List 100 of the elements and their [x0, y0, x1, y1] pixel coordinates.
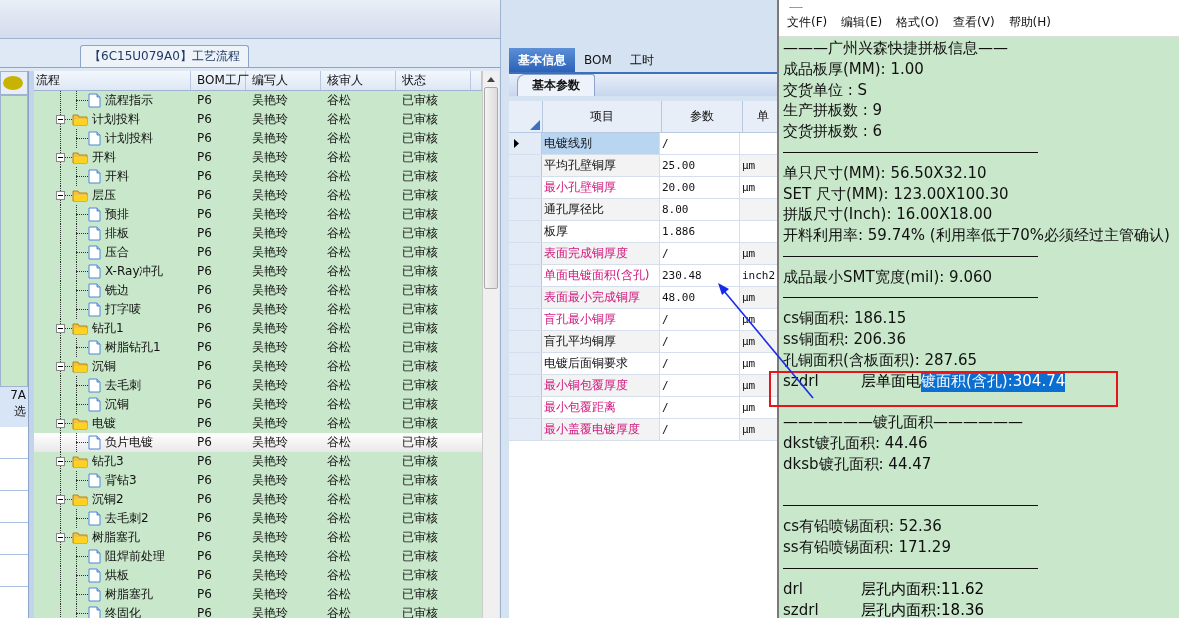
table-cell[interactable]: / — [660, 309, 740, 330]
table-cell-text: 吴艳玲 — [251, 358, 289, 375]
tree-item-label[interactable]: 树脂钻孔1 — [105, 339, 161, 356]
table-cell[interactable]: / — [660, 353, 740, 374]
text-line: 交货拼板数 : 6 — [783, 121, 884, 142]
tree-item-label[interactable]: 沉铜 — [92, 358, 116, 375]
tree-item-label[interactable]: 计划投料 — [92, 111, 140, 128]
collapse-icon[interactable] — [56, 457, 65, 466]
collapse-icon[interactable] — [56, 419, 65, 428]
tab[interactable]: BOM — [575, 48, 621, 72]
window-tab[interactable]: 【6C15U079A0】工艺流程 — [80, 45, 249, 67]
table-cell[interactable]: / — [660, 331, 740, 352]
table-cell-text: P6 — [196, 510, 213, 527]
scrollbar[interactable] — [482, 71, 499, 618]
collapse-icon[interactable] — [56, 115, 65, 124]
table-cell-text: 吴艳玲 — [251, 263, 289, 280]
collapse-icon[interactable] — [56, 362, 65, 371]
table-cell-text: 谷松 — [326, 301, 352, 318]
tree-item-label[interactable]: 计划投料 — [105, 130, 153, 147]
table-cell[interactable]: 25.00 — [660, 155, 740, 176]
row-header[interactable] — [509, 133, 542, 154]
tree-item-label[interactable]: X-Ray冲孔 — [105, 263, 164, 280]
tree-item-label[interactable]: 层压 — [92, 187, 116, 204]
tree-item-label[interactable]: 压合 — [105, 244, 129, 261]
tree-item-label[interactable]: 去毛刺 — [105, 377, 141, 394]
table-cell[interactable]: 20.00 — [660, 177, 740, 198]
tree-item-label[interactable]: 开料 — [105, 168, 129, 185]
table-cell: 电镀线别 — [542, 133, 660, 154]
table-cell[interactable]: 8.00 — [660, 199, 740, 220]
table-cell[interactable]: / — [660, 133, 740, 154]
menu-item[interactable]: 编辑(E) — [841, 13, 883, 31]
column-header[interactable]: 项目 — [543, 101, 662, 132]
table-cell-text: 吴艳玲 — [251, 320, 289, 337]
table-cell-text: 已审核 — [401, 206, 439, 223]
table-cell[interactable]: / — [660, 419, 740, 440]
table-cell-text: 谷松 — [326, 548, 352, 565]
table-cell[interactable]: 1.886 — [660, 221, 740, 242]
collapse-icon[interactable] — [56, 533, 65, 542]
table-cell[interactable]: / — [660, 243, 740, 264]
tab[interactable]: 工时 — [620, 48, 663, 72]
tree-item-label[interactable]: 预排 — [105, 206, 129, 223]
table-cell-text: P6 — [196, 130, 213, 147]
tree-item-label[interactable]: 打字唛 — [105, 301, 141, 318]
table-cell-text: 谷松 — [326, 149, 352, 166]
collapse-icon[interactable] — [56, 191, 65, 200]
table-cell-text: 已审核 — [401, 377, 439, 394]
tree-item-label[interactable]: 电镀 — [92, 415, 116, 432]
table-cell-text: 谷松 — [326, 320, 352, 337]
folder-icon — [72, 531, 88, 544]
table-cell[interactable]: / — [660, 397, 740, 418]
column-header[interactable]: 参数 — [662, 101, 743, 132]
table-cell-text: 谷松 — [326, 510, 352, 527]
text-line: 层孔内面积:11.62 — [861, 578, 984, 600]
tree-item-label[interactable]: 排板 — [105, 225, 129, 242]
document-icon — [88, 226, 101, 241]
menu-item[interactable]: 帮助(H) — [1008, 13, 1051, 31]
tree-item-label[interactable]: 树脂塞孔 — [92, 529, 140, 546]
column-header[interactable]: 流程 — [34, 71, 191, 90]
tree-item-label[interactable]: 去毛刺2 — [105, 510, 149, 527]
document-icon — [88, 511, 101, 526]
document-icon — [88, 568, 101, 583]
tab[interactable]: 基本信息 — [509, 48, 575, 72]
scroll-up-icon[interactable] — [486, 75, 496, 83]
table-cell[interactable]: 230.48 — [660, 265, 740, 286]
document-icon — [88, 245, 101, 260]
table-cell-text: 吴艳玲 — [251, 225, 289, 242]
table-cell[interactable]: 48.00 — [660, 287, 740, 308]
text-line: 开料利用率: 59.74% (利用率低于70%必须经过主管确认) — [783, 225, 1171, 246]
tree-item-label[interactable]: 负片电镀 — [105, 434, 153, 451]
table-cell-text: 谷松 — [326, 415, 352, 432]
table-cell-text: 谷松 — [326, 605, 352, 618]
tree-row[interactable]: 负片电镀 P6 吴艳玲 谷松 已审核 — [34, 433, 482, 452]
collapse-icon[interactable] — [56, 495, 65, 504]
table-cell-text: P6 — [196, 263, 213, 280]
tree-item-label[interactable]: 沉铜2 — [92, 491, 124, 508]
tree-item-label[interactable]: 沉铜 — [105, 396, 129, 413]
tree-item-label[interactable]: 钻孔1 — [92, 320, 124, 337]
tree-item-label[interactable]: 树脂塞孔 — [105, 586, 153, 603]
folder-icon — [72, 360, 88, 373]
table-cell-text: 已审核 — [401, 168, 439, 185]
tree-item-label[interactable]: 背钻3 — [105, 472, 137, 489]
collapse-icon[interactable] — [56, 153, 65, 162]
table-cell-text: 已审核 — [401, 301, 439, 318]
text-area[interactable] — [779, 37, 1179, 618]
tree-item-label[interactable]: 终固化 — [105, 605, 141, 618]
table-cell-text: 已审核 — [401, 396, 439, 413]
menu-item[interactable]: 文件(F) — [787, 13, 828, 31]
menu-item[interactable]: 格式(O) — [896, 13, 940, 31]
tree-item-label[interactable]: 烘板 — [105, 567, 129, 584]
table-cell[interactable]: / — [660, 375, 740, 396]
column-header[interactable]: 状态 — [396, 71, 471, 90]
column-header[interactable]: 核审人 — [321, 71, 396, 90]
menu-item[interactable]: 查看(V) — [953, 13, 995, 31]
tree-item-label[interactable]: 钻孔3 — [92, 453, 124, 470]
tree-item-label[interactable]: 阻焊前处理 — [105, 548, 165, 565]
tree-item-label[interactable]: 流程指示 — [105, 92, 153, 109]
sub-tab[interactable]: 基本参数 — [517, 74, 595, 96]
collapse-icon[interactable] — [56, 324, 65, 333]
tree-item-label[interactable]: 铣边 — [105, 282, 129, 299]
tree-item-label[interactable]: 开料 — [92, 149, 116, 166]
